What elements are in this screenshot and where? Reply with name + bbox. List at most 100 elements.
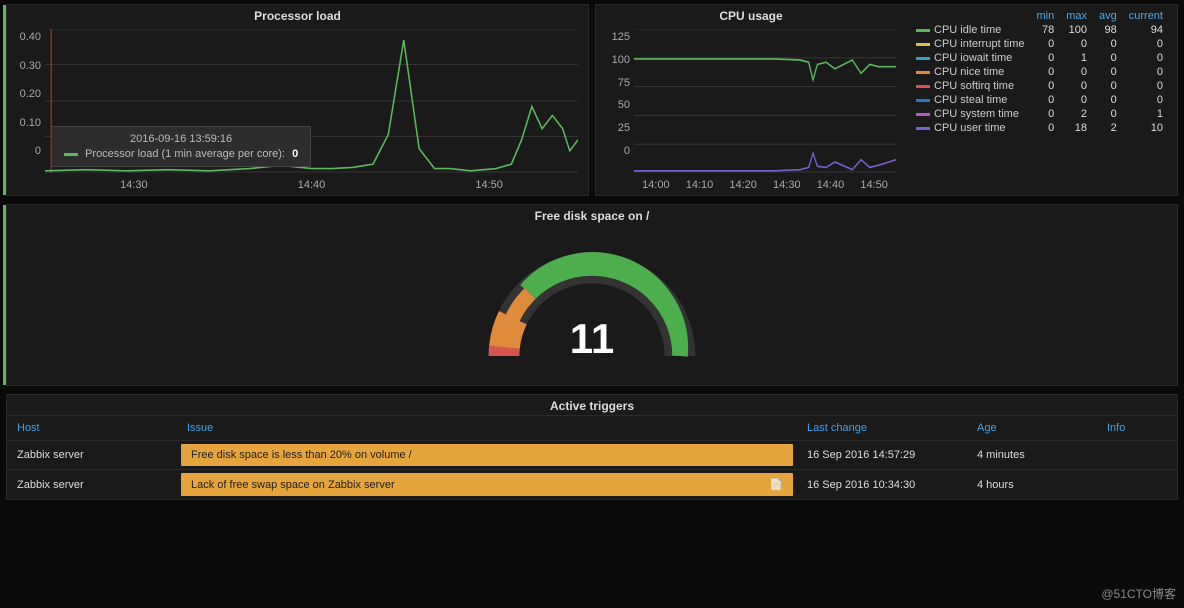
y-axis: 125 100 75 50 25 0 [600,31,630,157]
stat-current: 0 [1123,65,1169,79]
issue-badge[interactable]: Free disk space is less than 20% on volu… [181,444,793,466]
issue-badge[interactable]: Lack of free swap space on Zabbix server… [181,473,793,496]
stat-avg: 0 [1093,93,1123,107]
legend-row[interactable]: CPU interrupt time0000 [910,37,1169,51]
stat-max: 2 [1060,107,1093,121]
stat-current: 1 [1123,107,1169,121]
cell-info [1097,441,1177,470]
cell-last-change: 16 Sep 2016 10:34:30 [797,470,967,500]
tooltip-timestamp: 2016-09-16 13:59:16 [64,133,298,145]
stat-current: 10 [1123,121,1169,135]
y-tick: 100 [600,54,630,66]
col-last-change[interactable]: Last change [797,416,967,441]
panel-title: CPU usage [596,5,906,25]
document-icon[interactable]: 📄 [769,478,783,491]
cell-host: Zabbix server [7,441,177,470]
processor-load-chart[interactable]: 0.40 0.30 0.20 0.10 0 2016-09-16 13:59:1… [7,25,588,177]
series-name: CPU idle time [934,24,1001,36]
cpu-usage-chart[interactable]: 125 100 75 50 25 0 [596,25,906,177]
col-age[interactable]: Age [967,416,1097,441]
cell-last-change: 16 Sep 2016 14:57:29 [797,441,967,470]
stat-max: 0 [1060,93,1093,107]
y-tick: 25 [600,122,630,134]
x-tick: 14:10 [686,179,714,191]
table-row: Zabbix serverFree disk space is less tha… [7,441,1177,470]
line-chart-svg [634,29,896,173]
stat-min: 0 [1030,121,1060,135]
series-swatch [916,57,930,60]
panel-title: Processor load [7,5,588,25]
stat-avg: 0 [1093,79,1123,93]
y-tick: 125 [600,31,630,43]
series-swatch [916,127,930,130]
x-tick: 14:00 [642,179,670,191]
panel-title: Active triggers [7,395,1177,415]
stat-current: 0 [1123,51,1169,65]
legend-row[interactable]: CPU user time018210 [910,121,1169,135]
stat-min: 78 [1030,23,1060,37]
x-tick: 14:30 [120,179,148,191]
cpu-legend-table: min max avg current CPU idle time7810098… [906,5,1177,195]
x-axis: 14:00 14:10 14:20 14:30 14:40 14:50 [596,177,906,195]
gauge: 11 [482,231,702,371]
x-tick: 14:20 [729,179,757,191]
table-row: Zabbix serverLack of free swap space on … [7,470,1177,500]
stat-max: 18 [1060,121,1093,135]
col-min: min [1030,9,1060,23]
cell-info [1097,470,1177,500]
stat-min: 0 [1030,37,1060,51]
stat-avg: 0 [1093,37,1123,51]
x-tick: 14:40 [817,179,845,191]
gauge-value: 11 [482,315,702,363]
series-name: CPU user time [934,122,1006,134]
stat-max: 1 [1060,51,1093,65]
y-tick: 0.20 [11,88,41,100]
x-tick: 14:40 [298,179,326,191]
panel-accent [3,205,6,385]
col-issue[interactable]: Issue [177,416,797,441]
disk-space-panel: Free disk space on / 11 [6,204,1178,386]
tooltip-series-name: Processor load (1 min average per core): [85,148,285,160]
stat-min: 0 [1030,79,1060,93]
stat-avg: 0 [1093,51,1123,65]
y-tick: 0 [11,145,41,157]
stat-max: 0 [1060,79,1093,93]
series-swatch [916,71,930,74]
legend-row[interactable]: CPU nice time0000 [910,65,1169,79]
series-swatch [916,85,930,88]
cell-host: Zabbix server [7,470,177,500]
triggers-table: Host Issue Last change Age Info Zabbix s… [7,415,1177,499]
stat-current: 0 [1123,79,1169,93]
stat-min: 0 [1030,93,1060,107]
stat-max: 100 [1060,23,1093,37]
legend-row[interactable]: CPU system time0201 [910,107,1169,121]
series-swatch [916,29,930,32]
y-tick: 75 [600,77,630,89]
series-swatch [916,43,930,46]
series-name: CPU interrupt time [934,38,1024,50]
x-tick: 14:30 [773,179,801,191]
panel-title: Free disk space on / [535,205,650,225]
col-info[interactable]: Info [1097,416,1177,441]
legend-row[interactable]: CPU softirq time0000 [910,79,1169,93]
issue-text: Lack of free swap space on Zabbix server [191,479,395,491]
legend-row[interactable]: CPU idle time781009894 [910,23,1169,37]
processor-load-panel: Processor load 0.40 0.30 0.20 0.10 0 201… [6,4,589,196]
stat-current: 94 [1123,23,1169,37]
stat-max: 0 [1060,65,1093,79]
cpu-usage-panel: CPU usage 125 100 75 50 25 0 [595,4,1178,196]
series-swatch [916,113,930,116]
stat-current: 0 [1123,37,1169,51]
stat-avg: 0 [1093,107,1123,121]
legend-row[interactable]: CPU steal time0000 [910,93,1169,107]
col-max: max [1060,9,1093,23]
stat-min: 0 [1030,65,1060,79]
stat-current: 0 [1123,93,1169,107]
col-host[interactable]: Host [7,416,177,441]
series-name: CPU system time [934,108,1019,120]
legend-row[interactable]: CPU iowait time0100 [910,51,1169,65]
series-name: CPU steal time [934,94,1007,106]
series-swatch [64,153,78,156]
panel-accent [3,5,6,195]
active-triggers-panel: Active triggers Host Issue Last change A… [6,394,1178,500]
